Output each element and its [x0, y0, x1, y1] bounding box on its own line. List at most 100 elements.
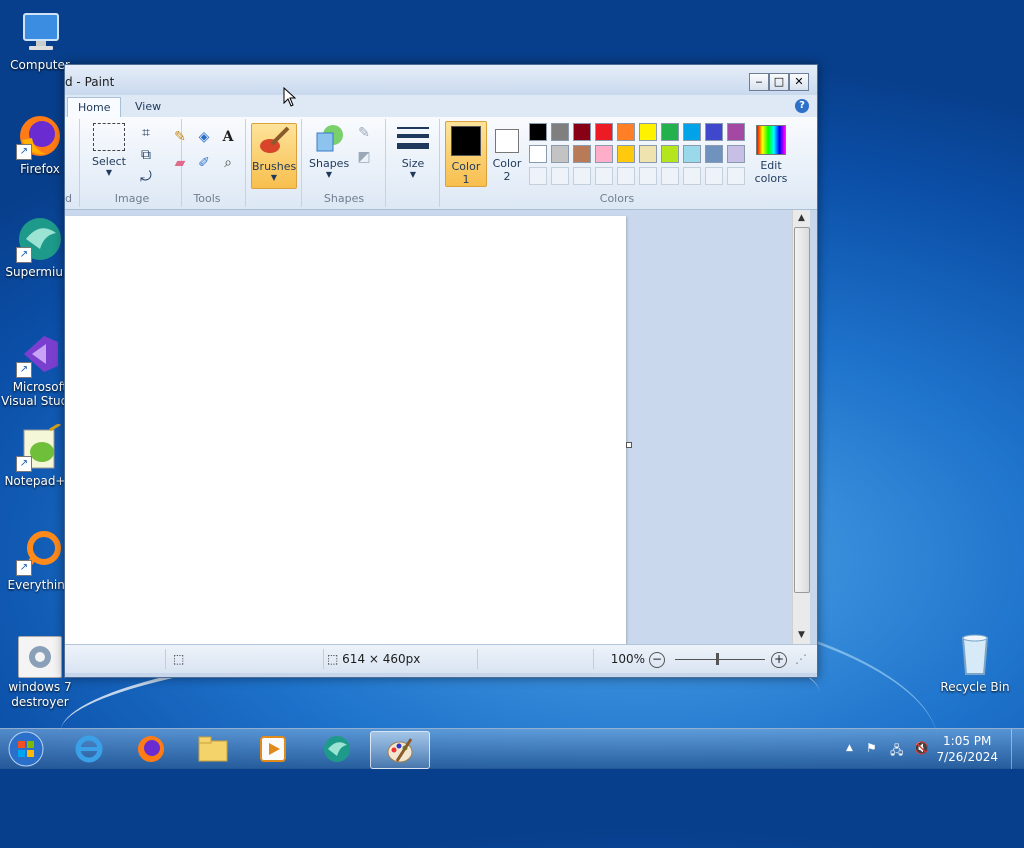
palette-swatch[interactable] — [529, 123, 547, 141]
action-center-flag-icon[interactable]: ⚑ — [866, 741, 877, 755]
supermium-icon — [324, 736, 350, 762]
palette-swatch[interactable] — [727, 167, 745, 185]
outline-icon[interactable]: ✎ — [353, 123, 375, 143]
taskbar-internet-explorer[interactable] — [60, 731, 118, 767]
select-icon — [93, 123, 125, 151]
zoom-slider[interactable] — [675, 659, 765, 660]
palette-swatch[interactable] — [661, 167, 679, 185]
group-label: Shapes — [323, 192, 365, 205]
tab-home[interactable]: Home — [67, 97, 122, 118]
close-button[interactable]: ✕ — [789, 73, 809, 91]
zoom-slider-thumb[interactable] — [716, 653, 719, 665]
palette-swatch[interactable] — [551, 167, 569, 185]
palette-swatch[interactable] — [705, 167, 723, 185]
zoom-out-button[interactable]: − — [649, 652, 665, 668]
visual-studio-icon: ↗ — [16, 330, 64, 378]
palette-swatch[interactable] — [617, 123, 635, 141]
scroll-up-icon[interactable]: ▲ — [793, 210, 810, 227]
palette-swatch[interactable] — [595, 145, 613, 163]
windows-start-icon — [8, 731, 44, 767]
taskbar-paint[interactable] — [370, 731, 430, 769]
palette-swatch[interactable] — [727, 123, 745, 141]
show-desktop-button[interactable] — [1011, 729, 1024, 769]
palette-swatch[interactable] — [551, 145, 569, 163]
size-label: Size — [401, 157, 425, 170]
text-tool-icon[interactable]: A — [217, 127, 239, 147]
palette-swatch[interactable] — [595, 123, 613, 141]
scroll-thumb[interactable] — [794, 227, 810, 593]
taskbar-firefox[interactable] — [122, 731, 180, 767]
shapes-button[interactable]: Shapes ▼ — [309, 123, 349, 179]
palette-swatch[interactable] — [705, 145, 723, 163]
help-icon[interactable]: ? — [795, 99, 809, 113]
palette-swatch[interactable] — [617, 167, 635, 185]
zoom-in-button[interactable]: + — [771, 652, 787, 668]
ribbon-tabs: Home View ? — [65, 95, 817, 118]
palette-swatch[interactable] — [727, 145, 745, 163]
minimize-button[interactable]: ‒ — [749, 73, 769, 91]
color1-button[interactable]: Color 1 — [445, 121, 487, 187]
tab-view[interactable]: View — [125, 97, 171, 117]
resize-grip-icon[interactable]: ⋰ — [795, 649, 809, 669]
brush-icon — [258, 126, 290, 156]
magnifier-icon[interactable]: ⌕ — [217, 153, 239, 173]
palette-swatch[interactable] — [639, 123, 657, 141]
edit-colors-label-2: colors — [754, 172, 788, 185]
palette-swatch[interactable] — [639, 145, 657, 163]
firefox-icon — [138, 736, 164, 762]
palette-swatch[interactable] — [683, 145, 701, 163]
resize-handle[interactable] — [626, 442, 632, 448]
taskbar-file-explorer[interactable] — [184, 731, 242, 767]
internet-explorer-icon — [75, 735, 103, 763]
palette-swatch[interactable] — [705, 123, 723, 141]
zoom-level: 100% — [610, 652, 645, 666]
media-player-icon — [260, 736, 286, 762]
maximize-button[interactable]: □ — [769, 73, 789, 91]
eraser-icon[interactable]: ▰ — [169, 153, 191, 173]
show-hidden-icons-button[interactable]: ▲ — [846, 743, 853, 753]
taskbar-supermium[interactable] — [308, 731, 366, 767]
rotate-icon[interactable]: ⤾ — [135, 167, 157, 187]
group-brushes: Brushes ▼ — [247, 119, 302, 207]
palette-swatch[interactable] — [661, 123, 679, 141]
brushes-label: Brushes — [252, 160, 297, 173]
start-button[interactable] — [0, 731, 52, 767]
palette-swatch[interactable] — [683, 167, 701, 185]
pencil-icon[interactable]: ✎ — [169, 127, 191, 147]
color2-button[interactable]: Color 2 — [489, 121, 525, 183]
system-clock[interactable]: 1:05 PM 7/26/2024 — [936, 733, 998, 765]
crop-icon[interactable]: ⌗ — [135, 123, 157, 143]
fill-shape-icon[interactable]: ◩ — [353, 147, 375, 167]
palette-swatch[interactable] — [529, 145, 547, 163]
network-disconnected-icon[interactable]: 🖧 — [890, 741, 903, 762]
recycle-bin-icon — [951, 630, 999, 678]
select-button[interactable]: Select ▼ — [89, 123, 129, 177]
palette-swatch[interactable] — [551, 123, 569, 141]
color-picker-icon[interactable]: ✐ — [193, 153, 215, 173]
palette-swatch[interactable] — [529, 167, 547, 185]
palette-swatch[interactable] — [639, 167, 657, 185]
computer-icon — [16, 8, 64, 56]
vertical-scrollbar[interactable]: ▲ ▼ — [792, 210, 810, 644]
scroll-down-icon[interactable]: ▼ — [793, 627, 810, 644]
palette-swatch[interactable] — [661, 145, 679, 163]
size-button[interactable]: Size ▼ — [393, 123, 433, 179]
taskbar-media-player[interactable] — [244, 731, 302, 767]
desktop-icon-computer[interactable]: Computer — [0, 8, 80, 72]
resize-icon[interactable]: ⧉ — [135, 145, 157, 165]
brushes-button[interactable]: Brushes ▼ — [251, 123, 297, 189]
group-image: Select ▼ ⌗ ⧉ ⤾ Image — [83, 119, 182, 207]
shortcut-arrow-icon: ↗ — [16, 362, 32, 378]
palette-swatch[interactable] — [683, 123, 701, 141]
edit-colors-button[interactable]: Edit colors — [753, 121, 789, 185]
palette-swatch[interactable] — [617, 145, 635, 163]
desktop-icon-recycle-bin[interactable]: Recycle Bin — [935, 630, 1015, 694]
fill-icon[interactable]: ◈ — [193, 127, 215, 147]
palette-swatch[interactable] — [573, 167, 591, 185]
drawing-canvas[interactable] — [65, 216, 626, 644]
title-bar[interactable]: d - Paint ‒ □ ✕ — [65, 65, 817, 95]
palette-swatch[interactable] — [573, 123, 591, 141]
volume-muted-icon[interactable]: 🔇 — [914, 741, 929, 755]
palette-swatch[interactable] — [595, 167, 613, 185]
palette-swatch[interactable] — [573, 145, 591, 163]
